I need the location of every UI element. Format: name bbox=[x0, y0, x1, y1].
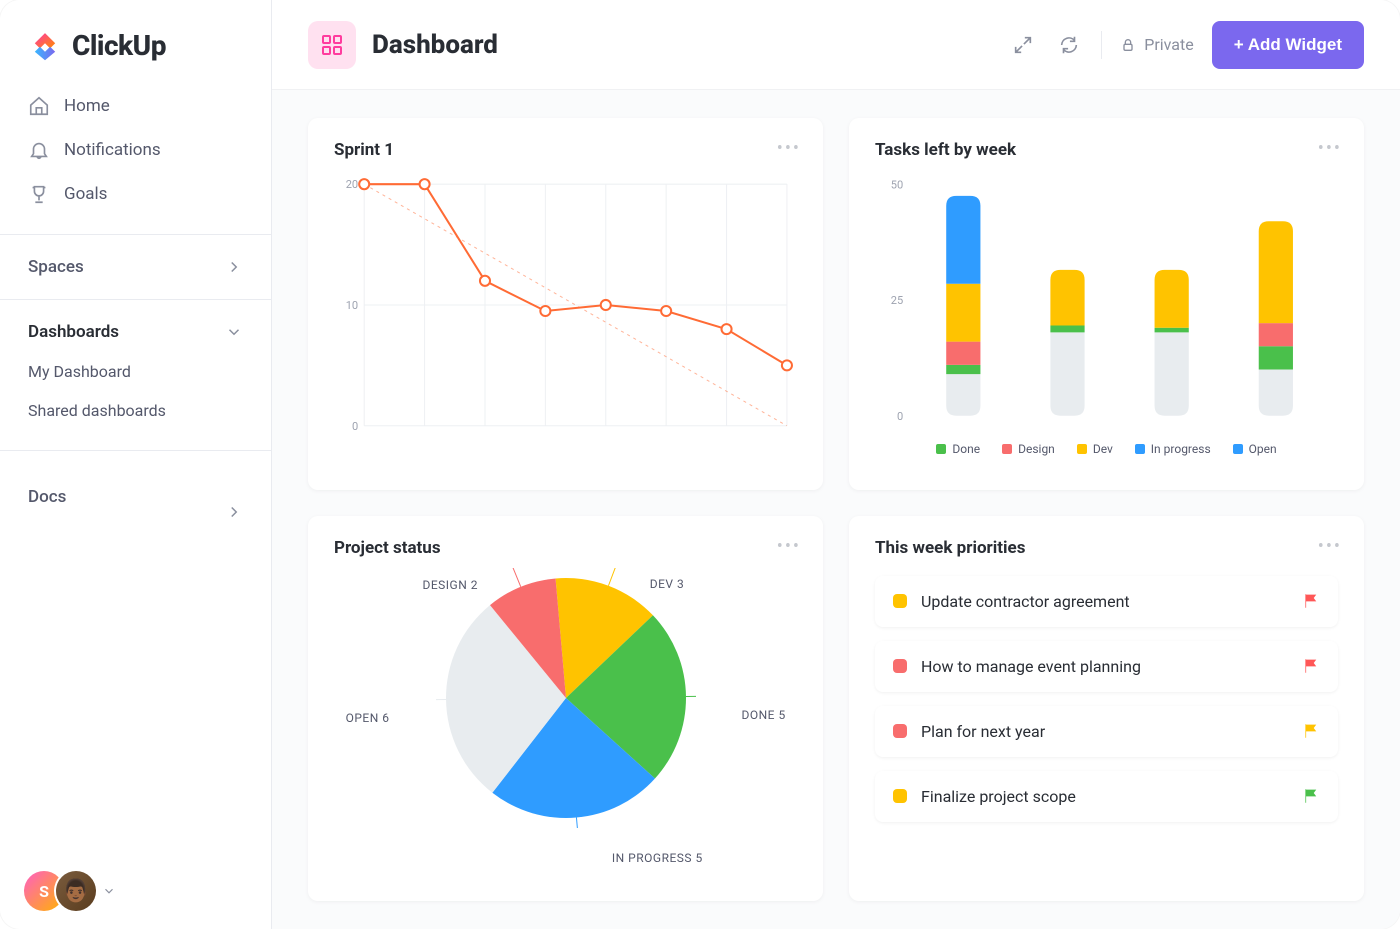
bell-icon bbox=[28, 139, 50, 161]
nav-docs-section: Docs bbox=[0, 450, 271, 543]
pie-slice-label: DESIGN 2 bbox=[422, 578, 478, 592]
bar-legend: Done Design Dev In progress Open bbox=[875, 442, 1338, 456]
flag-icon bbox=[1302, 592, 1320, 610]
legend-item: Done bbox=[936, 442, 980, 456]
pie-slice-label: IN PROGRESS 5 bbox=[612, 851, 703, 865]
refresh-button[interactable] bbox=[1055, 31, 1083, 59]
widget-tasks: Tasks left by week ••• 02550 DoneDesignD… bbox=[849, 118, 1364, 490]
flag-icon bbox=[1302, 657, 1320, 675]
sidebar-item-spaces[interactable]: Spaces bbox=[0, 251, 271, 283]
refresh-icon bbox=[1058, 34, 1080, 56]
legend-item: In progress bbox=[1135, 442, 1211, 456]
user-avatars[interactable]: S 👨🏾 bbox=[0, 853, 271, 929]
dashboard-icon bbox=[308, 21, 356, 69]
sidebar-item-label: Notifications bbox=[64, 140, 161, 160]
sidebar-item-docs[interactable]: Docs bbox=[0, 467, 271, 527]
svg-text:10: 10 bbox=[346, 299, 358, 312]
priority-item[interactable]: Plan for next year bbox=[875, 706, 1338, 757]
pie-chart-container: DEV 3 DONE 5 IN PROGRESS 5 OPEN 6 DESIGN 2 bbox=[334, 568, 797, 868]
privacy-label: Private bbox=[1144, 35, 1193, 54]
widget-project-status: Project status ••• DEV 3 DONE 5 IN PROGRES… bbox=[308, 516, 823, 902]
pie-slice-label: DEV 3 bbox=[650, 577, 685, 591]
chevron-right-icon bbox=[225, 258, 243, 276]
nav-dashboards-section: Dashboards My Dashboard Shared dashboard… bbox=[0, 299, 271, 450]
priority-item[interactable]: Update contractor agreement bbox=[875, 576, 1338, 627]
sidebar-item-shared-dashboards[interactable]: Shared dashboards bbox=[0, 391, 271, 430]
pie-slice-label: DONE 5 bbox=[741, 708, 785, 722]
priority-title: Plan for next year bbox=[921, 722, 1288, 741]
brand-name: ClickUp bbox=[72, 29, 166, 62]
svg-text:0: 0 bbox=[352, 420, 358, 433]
status-badge bbox=[893, 659, 907, 673]
status-badge bbox=[893, 789, 907, 803]
pie-slice-label: OPEN 6 bbox=[346, 711, 390, 725]
dashboard-grid: Sprint 1 ••• 0 10 20 Tasks left by week ••… bbox=[272, 90, 1400, 929]
widget-title: Tasks left by week bbox=[875, 140, 1338, 160]
svg-text:20: 20 bbox=[346, 178, 358, 191]
main: Dashboard Private + Add Widget Sprint 1 … bbox=[272, 0, 1400, 929]
expand-button[interactable] bbox=[1009, 31, 1037, 59]
sidebar-item-label: Home bbox=[64, 96, 110, 116]
sidebar-item-notifications[interactable]: Notifications bbox=[18, 128, 253, 172]
home-icon bbox=[28, 95, 50, 117]
svg-text:50: 50 bbox=[891, 178, 903, 191]
widget-menu[interactable]: ••• bbox=[777, 138, 801, 159]
widget-menu[interactable]: ••• bbox=[777, 536, 801, 557]
trophy-icon bbox=[28, 183, 50, 205]
svg-text:0: 0 bbox=[897, 410, 903, 423]
lock-icon bbox=[1120, 37, 1136, 53]
flag-icon bbox=[1302, 722, 1320, 740]
nav-primary: Home Notifications Goals bbox=[0, 80, 271, 234]
widget-priorities: This week priorities ••• Update contract… bbox=[849, 516, 1364, 902]
sidebar-item-dashboards[interactable]: Dashboards bbox=[0, 316, 271, 348]
caret-down-icon bbox=[102, 884, 116, 898]
widget-title: Project status bbox=[334, 538, 797, 558]
topbar: Dashboard Private + Add Widget bbox=[272, 0, 1400, 90]
nav-heading-label: Dashboards bbox=[28, 322, 119, 342]
status-badge bbox=[893, 594, 907, 608]
status-badge bbox=[893, 724, 907, 738]
widget-menu[interactable]: ••• bbox=[1318, 138, 1342, 159]
legend-item: Design bbox=[1002, 442, 1055, 456]
widget-sprint: Sprint 1 ••• 0 10 20 bbox=[308, 118, 823, 490]
widget-title: Sprint 1 bbox=[334, 140, 797, 160]
priority-title: How to manage event planning bbox=[921, 657, 1288, 676]
nav-spaces-section: Spaces bbox=[0, 234, 271, 299]
tasks-bar-chart: 0 25 50 bbox=[875, 170, 1338, 430]
sidebar-item-my-dashboard[interactable]: My Dashboard bbox=[0, 352, 271, 391]
avatar: 👨🏾 bbox=[56, 871, 96, 911]
svg-text:25: 25 bbox=[891, 294, 903, 307]
priority-title: Finalize project scope bbox=[921, 787, 1288, 806]
sidebar-item-label: Goals bbox=[64, 184, 107, 204]
project-status-pie bbox=[436, 568, 696, 828]
add-widget-button[interactable]: + Add Widget bbox=[1212, 21, 1364, 69]
clickup-logo-icon bbox=[28, 28, 62, 62]
page-title: Dashboard bbox=[372, 30, 498, 60]
widget-title: This week priorities bbox=[875, 538, 1338, 558]
legend-item: Dev bbox=[1077, 442, 1113, 456]
sidebar: ClickUp Home Notifications Goals Spaces bbox=[0, 0, 272, 929]
widget-menu[interactable]: ••• bbox=[1318, 536, 1342, 557]
sidebar-item-goals[interactable]: Goals bbox=[18, 172, 253, 216]
privacy-toggle[interactable]: Private bbox=[1120, 35, 1193, 54]
priority-item[interactable]: Finalize project scope bbox=[875, 771, 1338, 822]
logo[interactable]: ClickUp bbox=[0, 0, 271, 80]
legend-item: Open bbox=[1233, 442, 1277, 456]
sprint-burndown-chart: 0 10 20 bbox=[334, 170, 797, 450]
nav-heading-label: Spaces bbox=[28, 257, 84, 277]
chevron-right-icon bbox=[225, 503, 243, 521]
priority-item[interactable]: How to manage event planning bbox=[875, 641, 1338, 692]
sidebar-item-home[interactable]: Home bbox=[18, 84, 253, 128]
flag-icon bbox=[1302, 787, 1320, 805]
chevron-down-icon bbox=[225, 323, 243, 341]
priority-title: Update contractor agreement bbox=[921, 592, 1288, 611]
expand-icon bbox=[1012, 34, 1034, 56]
priorities-list: Update contractor agreement How to manag… bbox=[875, 576, 1338, 822]
nav-heading-label: Docs bbox=[28, 487, 66, 507]
